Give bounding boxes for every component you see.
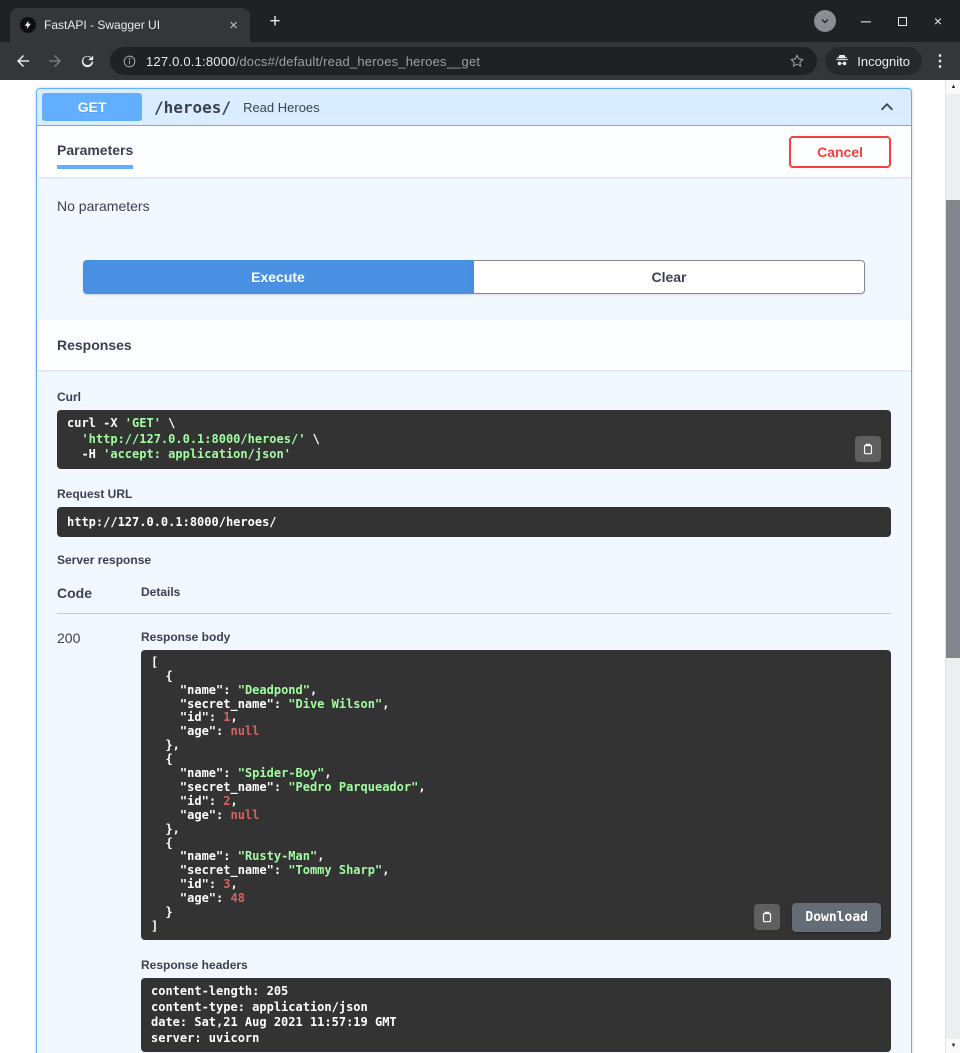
code-column-header: Code	[57, 585, 141, 601]
url-text: 127.0.0.1:8000/docs#/default/read_heroes…	[146, 54, 780, 69]
method-badge: GET	[42, 93, 142, 121]
site-info-icon[interactable]	[122, 54, 137, 69]
request-url-text: http://127.0.0.1:8000/heroes/	[67, 513, 881, 531]
forward-button[interactable]	[40, 46, 70, 76]
curl-command-block: curl -X 'GET' \ 'http://127.0.0.1:8000/h…	[57, 410, 891, 469]
opblock-get-heroes: GET /heroes/ Read Heroes Parameters Canc…	[36, 88, 912, 1053]
address-bar[interactable]: 127.0.0.1:8000/docs#/default/read_heroes…	[110, 47, 817, 75]
details-column-header: Details	[141, 585, 180, 601]
back-button[interactable]	[8, 46, 38, 76]
server-response-label: Server response	[57, 553, 891, 567]
response-body-label: Response body	[141, 630, 891, 644]
response-body-actions: Download	[754, 903, 881, 932]
tab-close-icon[interactable]: ×	[227, 18, 240, 33]
download-button[interactable]: Download	[792, 903, 881, 932]
refresh-button[interactable]	[72, 46, 102, 76]
swagger-page: GET /heroes/ Read Heroes Parameters Canc…	[0, 80, 945, 1053]
window-controls: ─ ×	[814, 0, 956, 42]
collapse-chevron-icon[interactable]	[878, 98, 896, 116]
fastapi-favicon-icon	[20, 17, 36, 33]
tab-parameters[interactable]: Parameters	[57, 142, 133, 169]
response-row-200: 200 Response body [ { "name": "Deadpond"…	[57, 614, 891, 1053]
incognito-icon	[834, 53, 850, 69]
status-code: 200	[57, 630, 141, 1053]
navigation-bar: 127.0.0.1:8000/docs#/default/read_heroes…	[0, 42, 960, 80]
scroll-down-arrow[interactable]: ▼	[946, 1039, 960, 1053]
response-headers-label: Response headers	[141, 958, 891, 972]
execute-button[interactable]: Execute	[83, 260, 473, 294]
responses-body: Curl curl -X 'GET' \ 'http://127.0.0.1:8…	[37, 370, 911, 1053]
request-url-label: Request URL	[57, 487, 891, 501]
bookmark-star-icon[interactable]	[789, 53, 805, 69]
endpoint-summary: Read Heroes	[243, 100, 878, 115]
response-table-header: Code Details	[57, 573, 891, 614]
opblock-summary[interactable]: GET /heroes/ Read Heroes	[37, 89, 911, 126]
response-body-json: [ { "name": "Deadpond", "secret_name": "…	[151, 656, 881, 934]
incognito-label: Incognito	[857, 54, 910, 69]
new-tab-button[interactable]: +	[262, 9, 288, 35]
responses-title: Responses	[57, 337, 132, 353]
scroll-up-arrow[interactable]: ▲	[946, 80, 960, 94]
tab-bar: FastAPI - Swagger UI × + ─ ×	[0, 0, 960, 42]
browser-tab[interactable]: FastAPI - Swagger UI ×	[10, 8, 250, 42]
endpoint-path: /heroes/	[154, 98, 231, 117]
browser-profile-icon[interactable]	[814, 10, 836, 32]
browser-window: FastAPI - Swagger UI × + ─ × 127.0.0.1	[0, 0, 960, 1053]
maximize-button[interactable]	[884, 5, 920, 37]
response-body-block: [ { "name": "Deadpond", "secret_name": "…	[141, 650, 891, 940]
scrollbar[interactable]: ▲ ▼	[945, 80, 960, 1053]
copy-icon[interactable]	[754, 904, 780, 930]
parameters-header: Parameters Cancel	[37, 126, 911, 177]
scrollbar-thumb[interactable]	[946, 200, 960, 658]
request-url-block: http://127.0.0.1:8000/heroes/	[57, 507, 891, 537]
cancel-button[interactable]: Cancel	[789, 136, 891, 168]
maximize-icon	[898, 17, 907, 26]
tab-title: FastAPI - Swagger UI	[44, 18, 219, 32]
responses-header: Responses	[37, 320, 911, 370]
curl-label: Curl	[57, 390, 891, 404]
clear-button[interactable]: Clear	[473, 260, 865, 294]
incognito-badge: Incognito	[825, 47, 922, 75]
execute-row: Execute Clear	[57, 214, 891, 320]
response-headers-text: content-length: 205 content-type: applic…	[151, 984, 881, 1046]
response-details: Response body [ { "name": "Deadpond", "s…	[141, 630, 891, 1053]
response-headers-block: content-length: 205 content-type: applic…	[141, 978, 891, 1052]
close-button[interactable]: ×	[920, 5, 956, 37]
minimize-button[interactable]: ─	[848, 5, 884, 37]
curl-command-text: curl -X 'GET' \ 'http://127.0.0.1:8000/h…	[67, 416, 881, 463]
parameters-body: No parameters Execute Clear	[37, 177, 911, 320]
copy-icon[interactable]	[855, 436, 881, 462]
menu-icon[interactable]: ⋮	[928, 51, 952, 71]
no-parameters-text: No parameters	[57, 198, 891, 214]
